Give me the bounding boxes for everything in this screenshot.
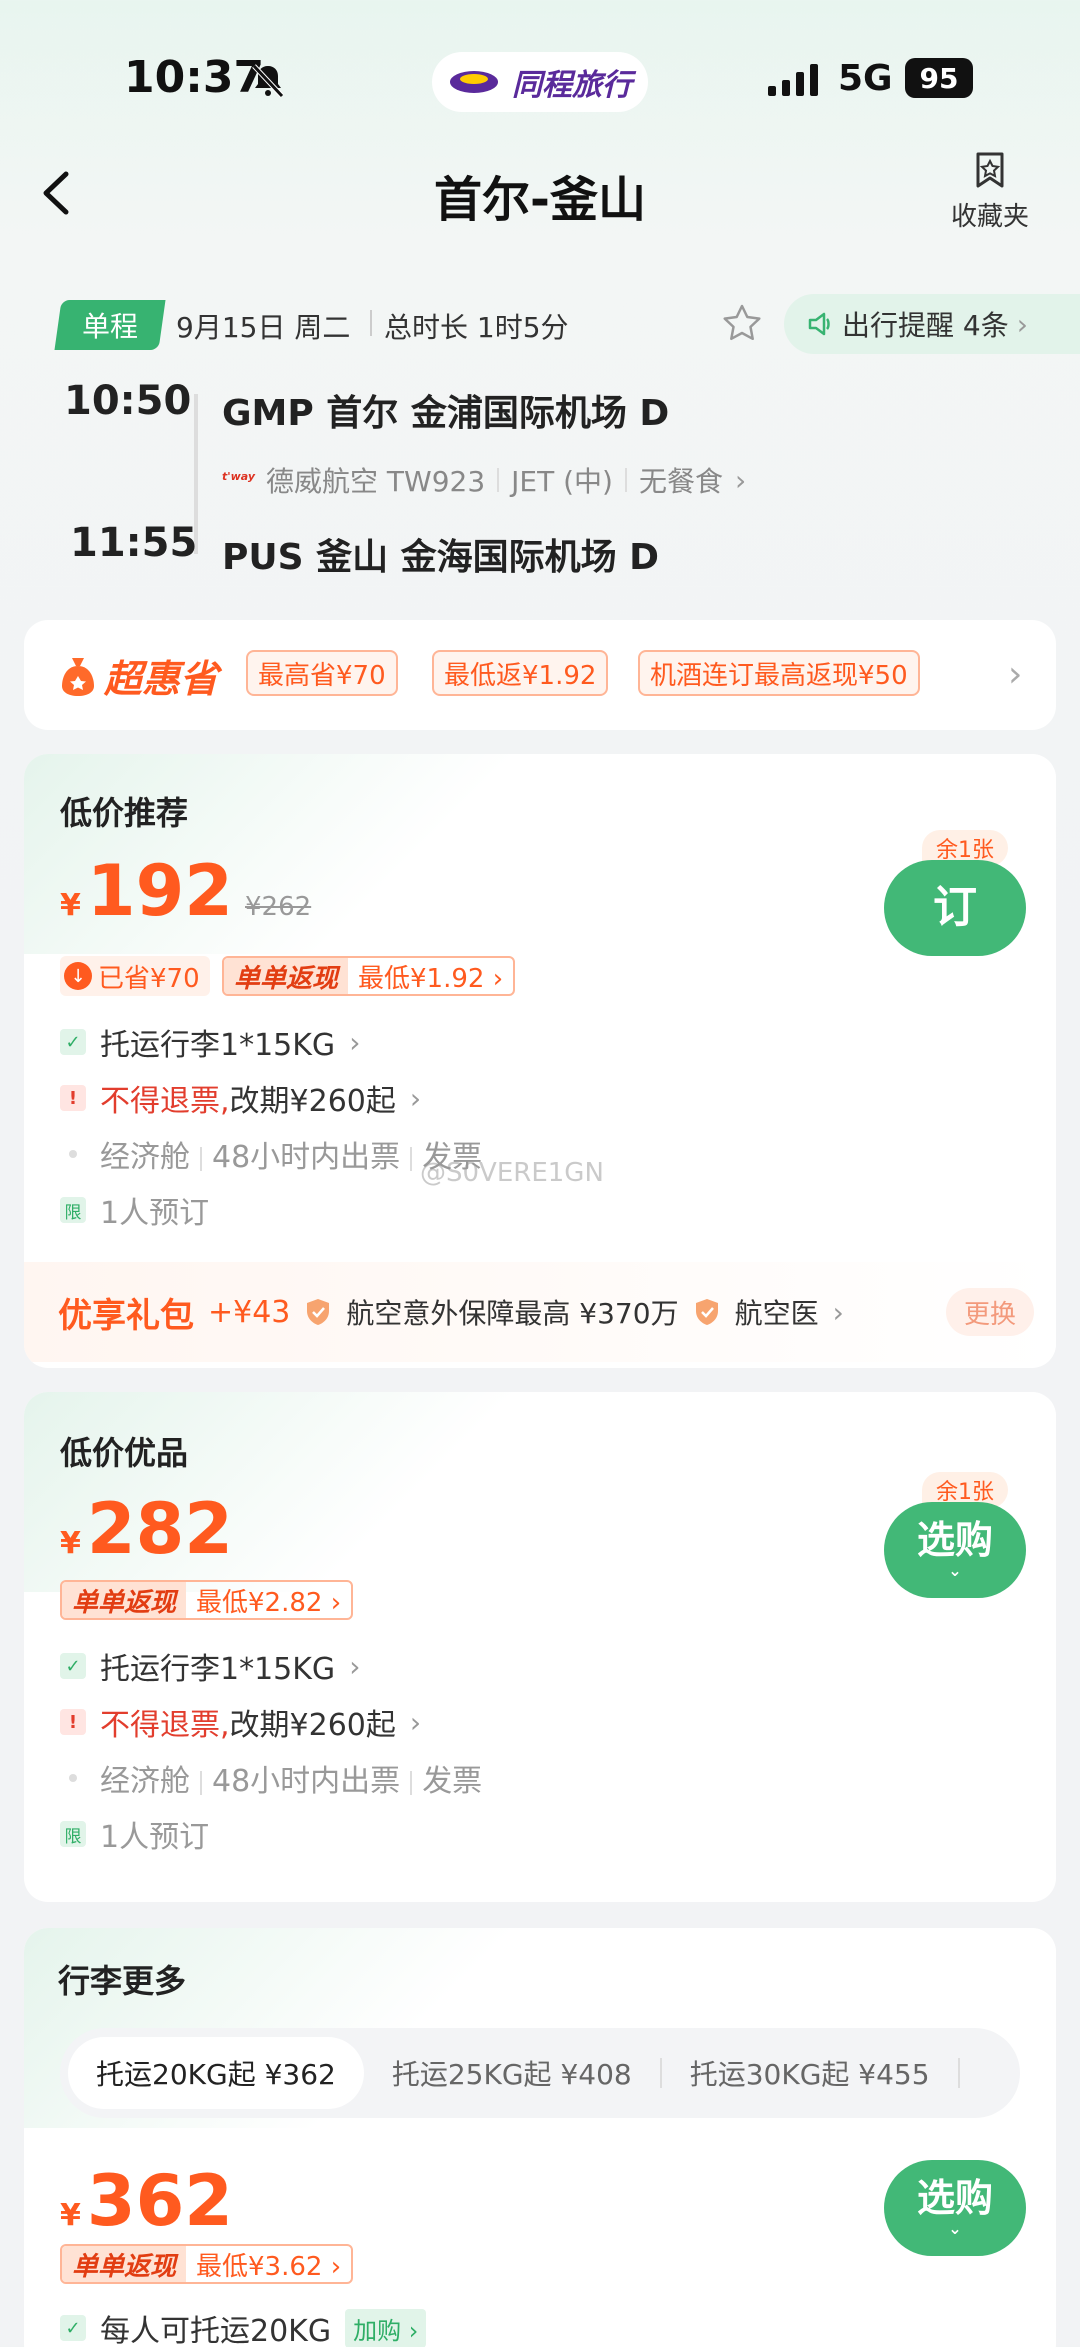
book-button[interactable]: 订 — [884, 860, 1026, 956]
savings-tag: 最高省¥70 — [246, 650, 398, 696]
app-name: 同程旅行 — [512, 68, 632, 103]
cashback-tag[interactable]: 单单返现 最低¥2.82 › — [60, 1580, 354, 1620]
swap-gift-button[interactable]: 更换 — [945, 1288, 1034, 1336]
chevron-right-icon: › — [1016, 307, 1028, 341]
dot-icon — [60, 1141, 86, 1167]
add-on-tag: 加购 › — [345, 2308, 427, 2347]
cashback-tag[interactable]: 单单返现 最低¥3.62 › — [60, 2244, 354, 2284]
star-icon[interactable] — [720, 302, 764, 346]
cabin-info: 经济舱 48小时内出票 发票 — [60, 1756, 482, 1800]
fare-price: ¥ 192 ¥262 — [60, 850, 312, 932]
shield-icon — [695, 1299, 718, 1325]
aircraft-type: JET (中) — [511, 465, 613, 498]
airline-name: 德威航空 TW923 — [266, 465, 486, 498]
dot-icon — [60, 1765, 86, 1791]
savings-tag: 最低返¥1.92 — [432, 650, 609, 696]
select-button[interactable]: 选购 ⌄ — [884, 2160, 1026, 2256]
limit-icon: 限 — [60, 1821, 86, 1847]
bell-muted-icon — [252, 64, 284, 98]
fare-card-title: 行李更多 — [58, 1962, 187, 2000]
refund-policy[interactable]: ! 不得退票,改期¥260起 › — [60, 1076, 421, 1120]
savings-bar[interactable]: 超惠省 最高省¥70 最低返¥1.92 机酒连订最高返现¥50 › — [24, 620, 1056, 730]
baggage-info[interactable]: ✓ 托运行李1*15KG › — [60, 1644, 360, 1688]
fare-card-low-price[interactable]: 低价推荐 ¥ 192 ¥262 ↓ 已省¥70 单单返现 最低¥1.92 › ✓… — [24, 754, 1056, 1368]
travel-reminder-button[interactable]: 出行提醒 4条 › — [784, 294, 1080, 354]
baggage-tab[interactable]: 托运25KG起 ¥408 — [364, 2037, 660, 2109]
reminder-label: 出行提醒 4条 — [842, 309, 1009, 342]
original-price: ¥262 — [245, 892, 312, 922]
signal-icon — [768, 64, 818, 96]
baggage-tab[interactable]: 托运30KG起 ¥455 — [662, 2037, 958, 2109]
saved-tag: ↓ 已省¥70 — [60, 956, 210, 996]
warning-icon: ! — [60, 1709, 86, 1735]
divider — [957, 2058, 960, 2088]
speaker-icon — [808, 312, 830, 336]
booking-limit: 限 1人预订 — [60, 1812, 209, 1856]
warning-icon: ! — [60, 1085, 86, 1111]
status-time: 10:37 — [124, 52, 265, 103]
chevron-right-icon: › — [1008, 654, 1023, 695]
chevron-down-icon: ⌄ — [948, 2219, 962, 2238]
money-bag-icon — [62, 657, 94, 696]
limit-icon: 限 — [60, 1197, 86, 1223]
check-icon: ✓ — [60, 1029, 86, 1055]
battery-level: 95 — [905, 58, 973, 98]
refund-policy[interactable]: ! 不得退票,改期¥260起 › — [60, 1700, 421, 1744]
airline-logo-icon: t'way — [222, 470, 256, 483]
watermark: @S0VERE1GN — [420, 1158, 604, 1188]
meal-info: 无餐食 — [638, 465, 723, 498]
cabin-info: 经济舱 48小时内出票 发票 — [60, 1132, 482, 1176]
favorites-icon — [976, 152, 1004, 188]
savings-brand: 超惠省 — [58, 648, 218, 703]
trip-date: 9月15日 周二 — [176, 311, 351, 344]
arrival-airport: PUS 釜山 金海国际机场 D — [222, 537, 660, 578]
fare-price: ¥ 362 — [60, 2160, 233, 2242]
tongcheng-logo-icon — [450, 71, 498, 93]
favorites-label: 收藏夹 — [950, 202, 1029, 232]
baggage-tab[interactable]: 托运20KG起 ¥362 — [68, 2037, 364, 2109]
savings-tag: 机酒连订最高返现¥50 — [638, 650, 920, 696]
shield-icon — [307, 1299, 330, 1325]
departure-time: 10:50 — [64, 378, 192, 424]
network-type: 5G — [838, 58, 893, 99]
down-arrow-icon: ↓ — [64, 962, 92, 990]
divider — [497, 468, 500, 492]
fare-price: ¥ 282 — [60, 1488, 233, 1570]
fare-card-title: 低价优品 — [60, 1434, 189, 1472]
baggage-info[interactable]: ✓ 托运行李1*15KG › — [60, 1020, 360, 1064]
cashback-tag[interactable]: 单单返现 最低¥1.92 › — [222, 956, 516, 996]
booking-limit: 限 1人预订 — [60, 1188, 209, 1232]
baggage-info[interactable]: ✓ 每人可托运20KG 加购 › — [60, 2306, 427, 2347]
divider — [370, 310, 372, 336]
trip-duration: 总时长 1时5分 — [384, 311, 569, 344]
check-icon: ✓ — [60, 2315, 86, 2341]
departure-airport: GMP 首尔 金浦国际机场 D — [222, 393, 670, 434]
gift-package-row[interactable]: 优享礼包 +¥43 航空意外保障最高 ¥370万 航空医 › — [24, 1262, 1056, 1362]
chevron-right-icon: › — [734, 463, 747, 497]
divider — [624, 468, 627, 492]
chevron-down-icon: ⌄ — [948, 1561, 962, 1580]
trip-type-badge: 单程 — [54, 300, 166, 350]
select-button[interactable]: 选购 ⌄ — [884, 1502, 1026, 1598]
app-indicator[interactable]: 同程旅行 — [432, 52, 648, 112]
fare-card-more-baggage[interactable]: 行李更多 托运20KG起 ¥362 托运25KG起 ¥408 托运30KG起 ¥… — [24, 1928, 1056, 2347]
arrival-time: 11:55 — [70, 520, 198, 566]
fare-card-title: 低价推荐 — [60, 794, 189, 832]
check-icon: ✓ — [60, 1653, 86, 1679]
page-title: 首尔-釜山 — [434, 172, 646, 228]
favorites-button[interactable]: 收藏夹 — [938, 150, 1042, 233]
baggage-tabs: 托运20KG起 ¥362 托运25KG起 ¥408 托运30KG起 ¥455 — [60, 2028, 1020, 2118]
airline-info[interactable]: t'way 德威航空 TW923 JET (中) 无餐食 › — [222, 460, 746, 500]
fare-card-quality[interactable]: 低价优品 ¥ 282 单单返现 最低¥2.82 › ✓ 托运行李1*15KG › … — [24, 1392, 1056, 1902]
